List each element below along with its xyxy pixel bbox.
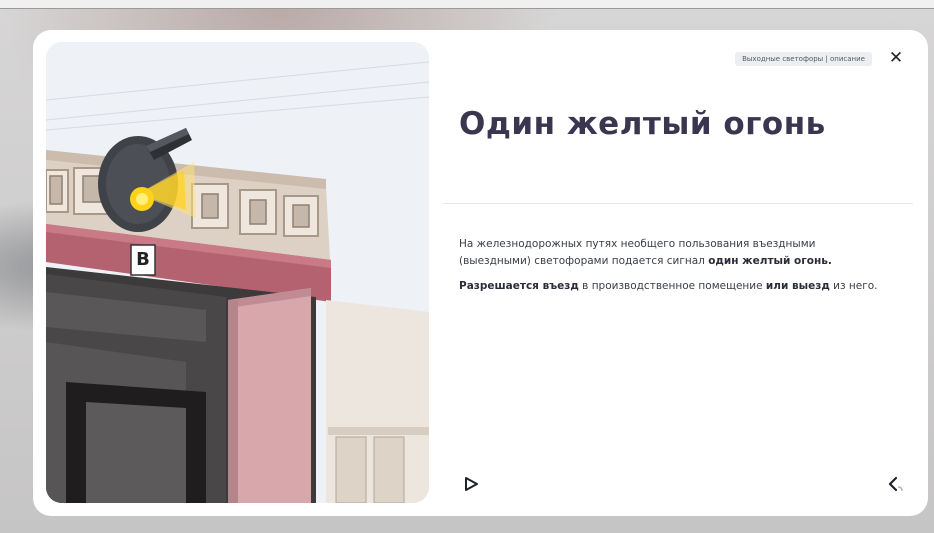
signal-info-modal: В Выходные светофоры | описание ✕ Один ж… bbox=[33, 30, 928, 516]
play-icon[interactable] bbox=[461, 474, 481, 494]
paragraph-2-text-2: из него. bbox=[829, 280, 878, 292]
depot-illustration: В bbox=[46, 42, 429, 503]
paragraph-1-bold: один желтый огонь. bbox=[708, 255, 832, 267]
breadcrumb: Выходные светофоры | описание bbox=[735, 52, 872, 66]
paragraph-2-text-1: в производственное помещение bbox=[578, 280, 766, 292]
back-arrow-icon[interactable] bbox=[884, 474, 906, 494]
divider bbox=[443, 203, 913, 204]
paragraph-2: Разрешается въезд в производственное пом… bbox=[459, 278, 879, 295]
paragraph-2-bold-2: или выезд bbox=[765, 280, 830, 292]
description: На железнодорожных путях необщего пользо… bbox=[459, 236, 879, 303]
top-bar bbox=[0, 0, 934, 9]
close-icon[interactable]: ✕ bbox=[886, 48, 906, 68]
paragraph-2-bold-1: Разрешается въезд bbox=[459, 280, 579, 292]
page-title: Один желтый огонь bbox=[459, 106, 826, 142]
paragraph-1: На железнодорожных путях необщего пользо… bbox=[459, 236, 879, 270]
depot-scene bbox=[46, 42, 429, 503]
sign-letter: В bbox=[136, 249, 150, 270]
